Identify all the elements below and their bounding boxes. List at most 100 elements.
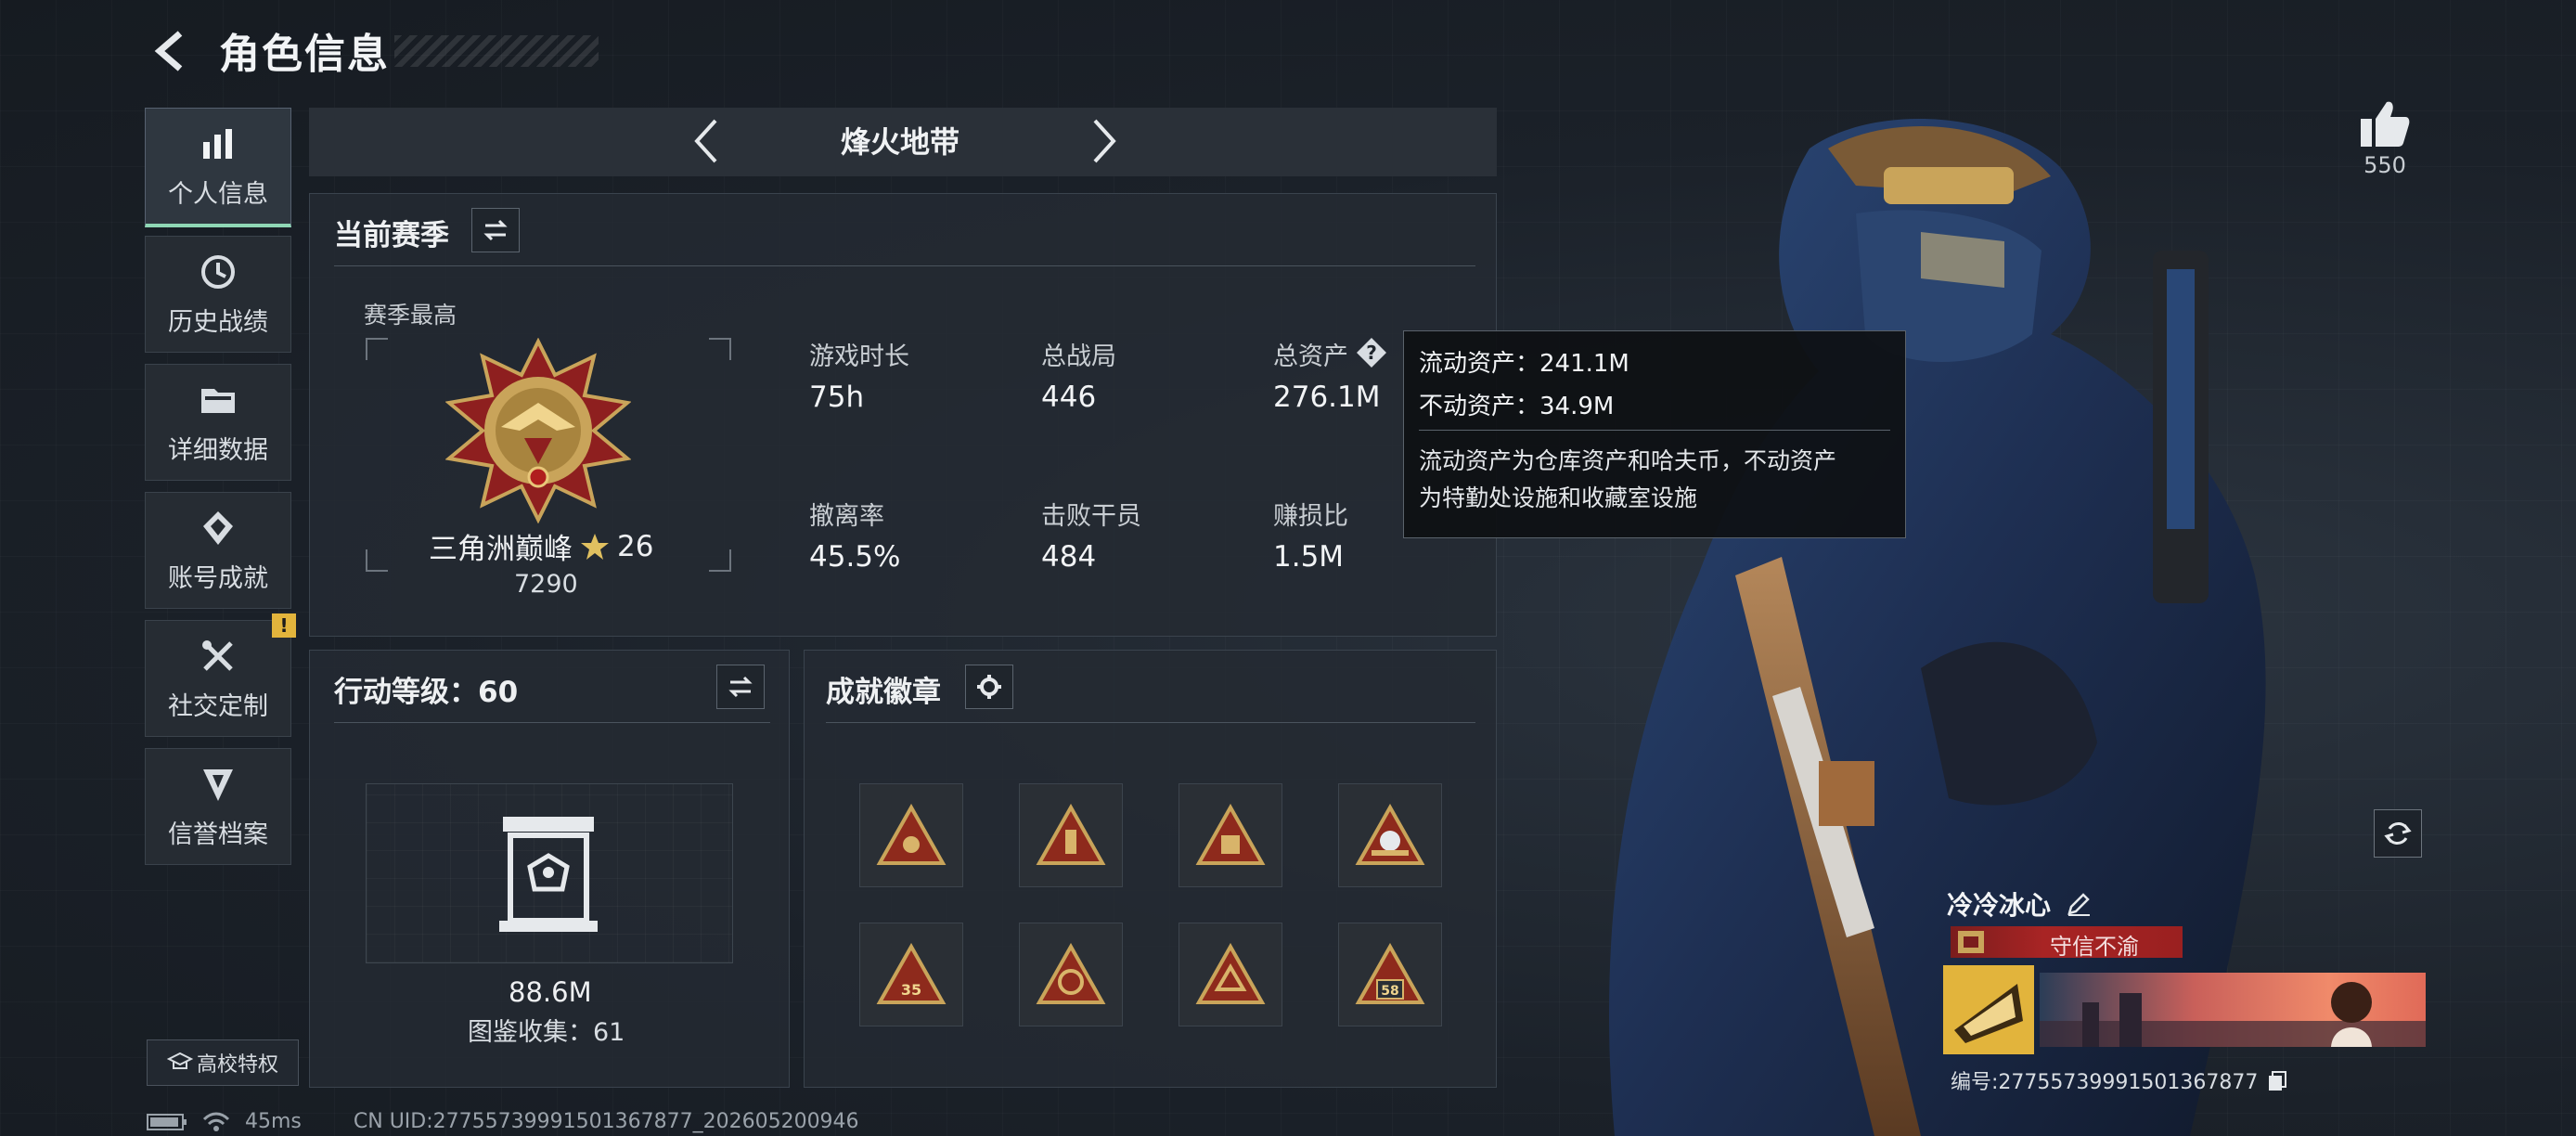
frame-corner (709, 338, 731, 360)
action-level-switch-button[interactable] (716, 665, 765, 709)
sidebar-item-achievements[interactable]: 账号成就 (145, 492, 291, 609)
edit-pencil-icon[interactable] (2066, 891, 2092, 917)
season-divider (334, 265, 1475, 266)
thumbs-up-icon[interactable] (2359, 98, 2411, 148)
triangle-badge-icon (1036, 943, 1106, 1004)
battery-icon (147, 1113, 187, 1130)
campus-privilege-button[interactable]: 高校特权 (147, 1039, 299, 1086)
folder-icon (201, 388, 235, 413)
sidebar-item-reputation[interactable]: 信誉档案 (145, 748, 291, 865)
stat-value-playtime: 75h (809, 381, 865, 414)
mode-name: 烽火地带 (840, 124, 960, 160)
graduation-cap-icon (166, 1052, 193, 1069)
sidebar-item-label: 个人信息 (168, 179, 268, 209)
sidebar-item-label: 历史战绩 (168, 307, 268, 337)
sidebar-item-personal-info[interactable]: 个人信息 (145, 108, 291, 227)
sidebar-item-label: 详细数据 (168, 435, 268, 465)
season-best-label: 赛季最高 (364, 302, 457, 329)
stat-label-extract-rate: 撤离率 (809, 502, 884, 531)
season-switch-button[interactable] (471, 208, 520, 252)
player-id: 编号:27755739991501367877 (1951, 1065, 2288, 1095)
sidebar-item-history[interactable]: 历史战绩 (145, 236, 291, 353)
stat-value-extract-rate: 45.5% (809, 540, 901, 574)
uid-text: CN UID:27755739991501367877_202605200946 (353, 1110, 859, 1133)
ping: 45ms (245, 1110, 302, 1133)
help-diamond-icon[interactable]: ? (1355, 336, 1388, 369)
action-level-value: 88.6M (509, 976, 592, 1008)
achievement-badge[interactable] (1019, 923, 1123, 1026)
season-title: 当前赛季 (334, 219, 449, 252)
tooltip-liquid-assets: 流动资产：241.1M (1419, 350, 1629, 378)
action-level-divider (334, 722, 770, 723)
warning-badge: ! (272, 613, 296, 638)
triangle-badge-icon (1195, 943, 1266, 1004)
swap-arrows-icon (728, 676, 753, 698)
action-level-title: 行动等级：60 (334, 676, 519, 709)
frame-corner (366, 338, 388, 360)
achievement-badge[interactable] (1338, 783, 1442, 887)
stat-value-kills: 484 (1041, 540, 1097, 574)
triangle-badge-icon (876, 804, 947, 865)
title-banner-text: 守信不渝 (2050, 934, 2139, 960)
status-bar: 45ms CN UID:27755739991501367877_2026052… (147, 1110, 859, 1133)
back-arrow-icon[interactable] (148, 28, 195, 74)
assets-tooltip: 流动资产：241.1M 不动资产：34.9M 流动资产为仓库资产和哈夫币，不动资… (1403, 330, 1906, 538)
likes-count: 550 (2363, 152, 2406, 178)
rank-points: 7290 (514, 570, 578, 599)
swap-arrows-icon (483, 219, 508, 241)
prev-mode-chevron-icon[interactable] (680, 113, 736, 169)
sidebar-item-detail-data[interactable]: 详细数据 (145, 364, 291, 481)
tooltip-description-2: 为特勤处设施和收藏室设施 (1419, 484, 1698, 511)
achievement-badge[interactable]: 58 (1338, 923, 1442, 1026)
frame-corner (709, 549, 731, 572)
reputation-icon (203, 768, 233, 801)
sidebar-item-label: 信誉档案 (168, 820, 268, 849)
rank-emblem-icon (445, 338, 631, 523)
sidebar-item-label: 社交定制 (168, 691, 268, 721)
achievement-icon (203, 510, 233, 545)
player-id-text: 编号:27755739991501367877 (1951, 1071, 2259, 1094)
sidebar-item-label: 账号成就 (168, 563, 268, 593)
stat-value-total-assets: 276.1M (1273, 381, 1381, 414)
tooltip-divider (1419, 430, 1890, 431)
stat-label-profit-ratio: 赚损比 (1273, 502, 1348, 531)
player-name: 冷冷冰心 (1947, 885, 2092, 923)
frame-corner (366, 549, 388, 572)
player-card-graphic (1943, 965, 2426, 1054)
stat-label-matches: 总战局 (1041, 342, 1116, 371)
next-mode-chevron-icon[interactable] (1075, 113, 1130, 169)
tooltip-fixed-assets: 不动资产：34.9M (1419, 393, 1615, 420)
title-banner: 守信不渝 (1951, 926, 2183, 960)
svg-text:?: ? (1366, 342, 1377, 364)
achievement-badge[interactable]: 35 (859, 923, 963, 1026)
copy-icon[interactable] (2266, 1070, 2288, 1092)
star-icon (581, 533, 609, 560)
stat-label-playtime: 游戏时长 (809, 342, 909, 371)
refresh-icon (2384, 822, 2412, 845)
rank-info: 三角洲巅峰 26 (429, 525, 653, 567)
reputation-emblem-icon (1958, 931, 1984, 953)
badges-settings-button[interactable] (965, 665, 1013, 709)
triangle-badge-icon (1355, 804, 1425, 865)
achievement-badge[interactable] (1179, 923, 1282, 1026)
wifi-icon (202, 1112, 230, 1131)
achievement-badge[interactable] (1019, 783, 1123, 887)
gear-icon (977, 675, 1001, 699)
page-title: 角色信息 (219, 31, 390, 78)
rank-name: 三角洲巅峰 (429, 533, 573, 566)
badge-number: 35 (901, 981, 921, 999)
achievement-badge[interactable] (859, 783, 963, 887)
history-clock-icon (201, 254, 235, 289)
refresh-button[interactable] (2374, 809, 2422, 858)
collection-count: 图鉴收集：61 (468, 1018, 625, 1047)
achievement-badge[interactable] (1179, 783, 1282, 887)
tooltip-description-1: 流动资产为仓库资产和哈夫币，不动资产 (1419, 447, 1837, 474)
badges-title: 成就徽章 (826, 676, 941, 709)
sidebar-item-social-custom[interactable]: ! 社交定制 (145, 613, 296, 737)
bar-chart-icon (203, 128, 232, 159)
stat-label-total-assets: 总资产 (1273, 342, 1348, 371)
campus-privilege-label: 高校特权 (196, 1053, 278, 1077)
badge-number: 58 (1381, 984, 1398, 999)
rank-stars: 26 (617, 529, 654, 563)
badges-divider (826, 722, 1475, 723)
